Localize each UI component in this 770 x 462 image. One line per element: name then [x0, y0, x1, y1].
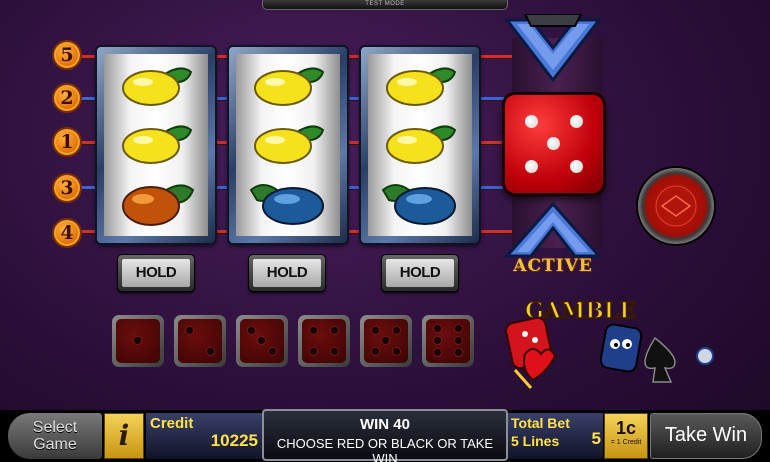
reel-2: [229, 47, 347, 243]
history-die-4: [298, 315, 350, 367]
credit-display: Credit 10225: [146, 413, 262, 459]
credit-value: 10225: [210, 431, 258, 450]
select-game-button[interactable]: Select Game: [8, 413, 102, 459]
lemon-icon: [122, 67, 193, 106]
gamble-die: [505, 95, 603, 193]
die-face: [364, 319, 408, 363]
lemon-icon: [386, 67, 457, 106]
line-marker-3[interactable]: 3: [52, 173, 82, 203]
bet-value: 5: [591, 429, 601, 448]
select-game-label: Select Game: [32, 419, 78, 453]
orange-icon: [122, 184, 195, 226]
lines-label: 5 Lines: [511, 433, 560, 449]
credit-label: Credit: [150, 415, 194, 432]
die-face: [302, 319, 346, 363]
history-die-2: [174, 315, 226, 367]
plum-icon: [381, 184, 456, 225]
hold-label: HOLD: [253, 259, 321, 287]
chevron-down-icon: [503, 14, 603, 83]
info-button[interactable]: i: [104, 413, 144, 459]
message-panel: WIN 40 CHOOSE RED OR BLACK OR TAKE WIN: [262, 409, 508, 462]
line-marker-4[interactable]: 4: [52, 218, 82, 248]
die-face: [426, 319, 470, 363]
reel-strip: [104, 54, 208, 236]
lemon-icon: [386, 125, 457, 164]
test-mode-banner: TEST MODE: [262, 0, 508, 10]
history-die-3: [236, 315, 288, 367]
line-marker-5[interactable]: 5: [52, 40, 82, 70]
reel-strip: [236, 54, 340, 236]
win-amount: WIN 40: [359, 416, 410, 433]
coin-value: 1c: [615, 418, 637, 438]
red-die-character-icon: [505, 316, 557, 389]
line-marker-1[interactable]: 1: [52, 127, 82, 157]
total-bet-display: Total Bet 5 Lines 5: [508, 413, 603, 459]
gamble-emblem-icon: [655, 185, 697, 227]
lemon-icon: [122, 125, 193, 164]
history-die-6: [422, 315, 474, 367]
hold-button-reel-1[interactable]: HOLD: [118, 255, 194, 291]
chevron-up-icon: [503, 201, 603, 258]
history-die-1: [112, 315, 164, 367]
coin-sub-label: = 1 Credit: [610, 439, 642, 446]
coin-denomination-button[interactable]: 1c = 1 Credit: [604, 413, 648, 459]
line-marker-2[interactable]: 2: [52, 83, 82, 113]
die-face: [116, 319, 160, 363]
plum-icon: [249, 184, 324, 225]
gamble-logo: GAMBLE: [505, 296, 720, 396]
hold-label: HOLD: [122, 259, 190, 287]
die-face: [240, 319, 284, 363]
hold-button-reel-3[interactable]: HOLD: [382, 255, 458, 291]
gamble-status: ACTIVE: [513, 256, 593, 276]
die-face: [178, 319, 222, 363]
gamble-start-button[interactable]: [638, 168, 714, 244]
history-die-5: [360, 315, 412, 367]
badge-icon: [696, 347, 714, 365]
hold-label: HOLD: [386, 259, 454, 287]
reel-3: [361, 47, 479, 243]
instruction-text: CHOOSE RED OR BLACK OR TAKE WIN: [276, 436, 494, 462]
reel-strip: [368, 54, 472, 236]
take-win-button[interactable]: Take Win: [650, 413, 762, 459]
lemon-icon: [254, 67, 325, 106]
total-bet-label: Total Bet: [511, 415, 570, 431]
reel-1: [97, 47, 215, 243]
hold-button-reel-2[interactable]: HOLD: [249, 255, 325, 291]
blue-die-character-icon: [599, 323, 676, 383]
lemon-icon: [254, 125, 325, 164]
